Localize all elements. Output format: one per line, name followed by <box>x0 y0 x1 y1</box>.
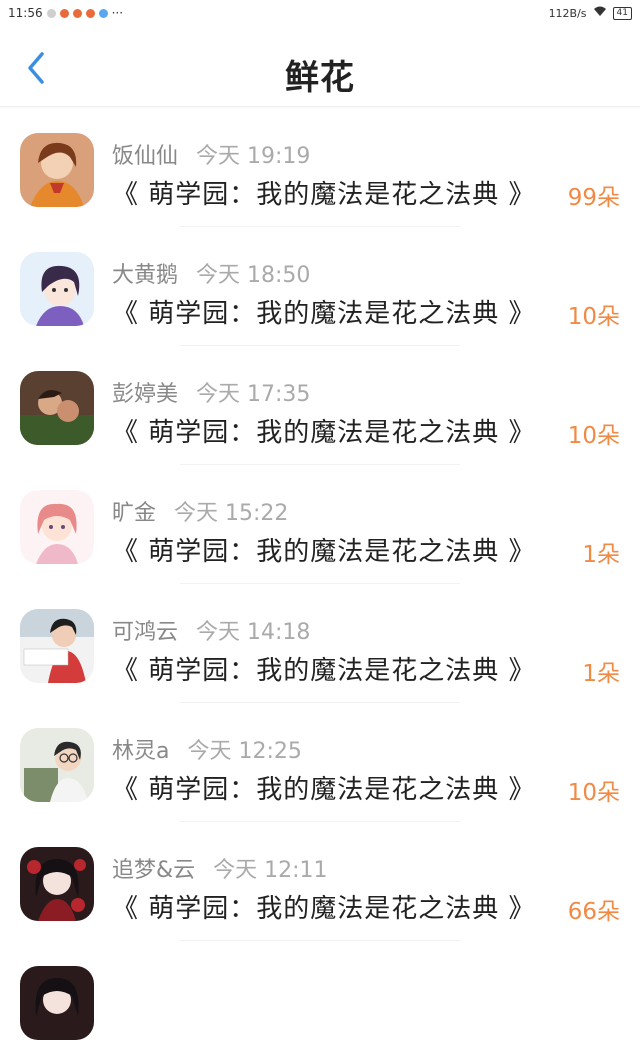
timestamp: 今天 12:11 <box>213 858 328 883</box>
flower-count: 10朵 <box>567 780 620 806</box>
flower-count: 99朵 <box>567 185 620 211</box>
book-title[interactable]: 《 萌学园：我的魔法是花之法典 》 <box>112 769 536 806</box>
entry-meta: 可鸿云 今天 14:18 <box>112 614 310 646</box>
avatar[interactable] <box>20 252 94 326</box>
entry-meta: 彭婷美 今天 17:35 <box>112 376 310 408</box>
timestamp: 今天 17:35 <box>196 382 311 407</box>
page-title: 鲜花 <box>285 58 355 98</box>
timestamp: 今天 19:19 <box>196 144 311 169</box>
entry-meta: 林灵a 今天 12:25 <box>112 733 302 765</box>
book-title[interactable]: 《 萌学园：我的魔法是花之法典 》 <box>112 293 536 330</box>
avatar[interactable] <box>20 371 94 445</box>
timestamp: 今天 14:18 <box>196 620 311 645</box>
flower-list: 饭仙仙 今天 19:19 《 萌学园：我的魔法是花之法典 》 99朵 大黄鹅 今天 … <box>0 108 640 1060</box>
app-notification-icon <box>72 8 82 18</box>
entry-meta: 追梦&云 今天 12:11 <box>112 852 328 884</box>
status-time: 11:56 <box>8 6 43 20</box>
user-name[interactable]: 可鸿云 <box>112 620 178 645</box>
book-title[interactable]: 《 萌学园：我的魔法是花之法典 》 <box>112 888 536 925</box>
battery-icon: 41 <box>612 6 632 20</box>
list-item[interactable]: 可鸿云 今天 14:18 《 萌学园：我的魔法是花之法典 》 1朵 <box>0 584 640 703</box>
timestamp: 今天 12:25 <box>187 739 302 764</box>
avatar[interactable] <box>20 490 94 564</box>
list-item-partial[interactable] <box>0 941 640 1060</box>
user-name[interactable]: 饭仙仙 <box>112 144 178 169</box>
wifi-icon <box>593 6 607 20</box>
user-name[interactable]: 林灵a <box>112 739 169 764</box>
list-item[interactable]: 林灵a 今天 12:25 《 萌学园：我的魔法是花之法典 》 10朵 <box>0 703 640 822</box>
user-name[interactable]: 彭婷美 <box>112 382 178 407</box>
flower-count: 66朵 <box>567 899 620 925</box>
list-item[interactable]: 大黄鹅 今天 18:50 《 萌学园：我的魔法是花之法典 》 10朵 <box>0 227 640 346</box>
avatar[interactable] <box>20 728 94 802</box>
flower-count: 10朵 <box>567 304 620 330</box>
user-name[interactable]: 大黄鹅 <box>112 263 178 288</box>
app-notification-icon <box>85 8 95 18</box>
net-speed: 112B/s <box>548 6 587 20</box>
user-name[interactable]: 旷金 <box>112 501 156 526</box>
list-item[interactable]: 追梦&云 今天 12:11 《 萌学园：我的魔法是花之法典 》 66朵 <box>0 822 640 941</box>
entry-meta: 旷金 今天 15:22 <box>112 495 288 527</box>
entry-meta: 大黄鹅 今天 18:50 <box>112 257 310 289</box>
book-title[interactable]: 《 萌学园：我的魔法是花之法典 》 <box>112 650 536 687</box>
more-notifications-icon: ··· <box>111 6 124 20</box>
list-item[interactable]: 彭婷美 今天 17:35 《 萌学园：我的魔法是花之法典 》 10朵 <box>0 346 640 465</box>
app-notification-icon <box>59 8 69 18</box>
flower-count: 10朵 <box>567 423 620 449</box>
list-item[interactable]: 旷金 今天 15:22 《 萌学园：我的魔法是花之法典 》 1朵 <box>0 465 640 584</box>
avatar[interactable] <box>20 847 94 921</box>
book-title[interactable]: 《 萌学园：我的魔法是花之法典 》 <box>112 531 536 568</box>
timestamp: 今天 18:50 <box>196 263 311 288</box>
avatar[interactable] <box>20 133 94 207</box>
list-item[interactable]: 饭仙仙 今天 19:19 《 萌学园：我的魔法是花之法典 》 99朵 <box>0 108 640 227</box>
avatar[interactable] <box>20 609 94 683</box>
status-left: 11:56 ··· <box>8 6 123 20</box>
notification-icon <box>46 8 56 18</box>
user-name[interactable]: 追梦&云 <box>112 858 195 883</box>
avatar[interactable] <box>20 966 94 1040</box>
book-title[interactable]: 《 萌学园：我的魔法是花之法典 》 <box>112 174 536 211</box>
app-notification-icon <box>98 8 108 18</box>
status-right: 112B/s 41 <box>549 6 632 20</box>
timestamp: 今天 15:22 <box>174 501 289 526</box>
flower-count: 1朵 <box>582 542 620 568</box>
nav-bar: 鲜花 <box>0 30 640 107</box>
book-title[interactable]: 《 萌学园：我的魔法是花之法典 》 <box>112 412 536 449</box>
flower-count: 1朵 <box>582 661 620 687</box>
entry-meta: 饭仙仙 今天 19:19 <box>112 138 310 170</box>
status-bar: 11:56 ··· 112B/s 41 <box>0 0 640 26</box>
